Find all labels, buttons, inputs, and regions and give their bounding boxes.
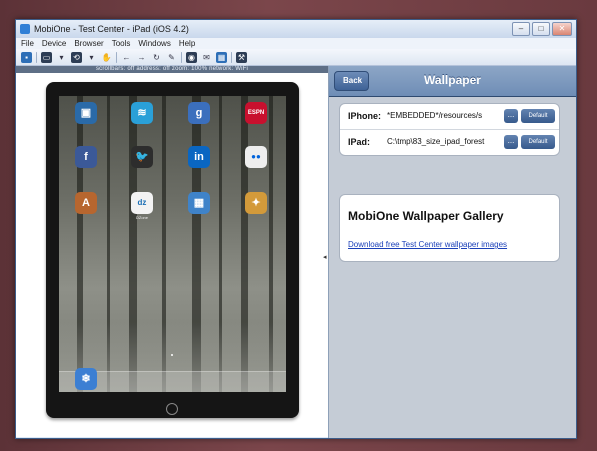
grid-icon[interactable]: ▦ (216, 51, 227, 63)
dock-app-icon-graphic: ❄ (75, 368, 97, 390)
app-icon-9[interactable]: A (73, 192, 99, 215)
ipad-wallpaper-row: IPad: C:\tmp\83_size_ipad_forest ... Def… (340, 130, 559, 155)
ipad-default-button[interactable]: Default (521, 135, 555, 149)
toolbar-separator (181, 51, 182, 63)
app-icon-graphic: ▦ (188, 192, 210, 214)
dropdown-icon[interactable]: ▾ (56, 52, 67, 63)
ipad-browse-button[interactable]: ... (504, 135, 518, 149)
settings-wrench-icon[interactable]: ⚒ (236, 51, 247, 63)
iphone-wallpaper-path[interactable]: *EMBEDDED*/resources/s (387, 111, 499, 120)
collapse-arrow-icon[interactable]: ◂ (323, 253, 327, 261)
app-icon-2[interactable]: ≋ (129, 102, 155, 125)
close-button[interactable]: ✕ (552, 22, 572, 36)
wallpaper-gallery-box: MobiOne Wallpaper Gallery Download free … (339, 194, 560, 262)
device-icon[interactable]: ▭ (41, 51, 52, 63)
app-icon-graphic: in (188, 146, 210, 168)
app-icon-graphic: f (75, 146, 97, 168)
menu-tools[interactable]: Tools (112, 38, 131, 49)
toolbar-separator (231, 51, 232, 63)
app-icon-graphic: dz (131, 192, 153, 214)
wallpaper-settings-group: IPhone: *EMBEDDED*/resources/s ... Defau… (339, 103, 560, 156)
menu-help[interactable]: Help (179, 38, 195, 49)
app-icon-graphic: ●● (245, 146, 267, 168)
iphone-browse-button[interactable]: ... (504, 109, 518, 123)
app-icon-8[interactable]: ●● (243, 146, 269, 169)
toolbar: ▪ ▭ ▾ ⟲ ▾ ✋ ← → ↻ ✎ ◉ ✉ ▦ ⚒ (16, 49, 576, 66)
ipad-screen: ▣ ≋ g ESPN f 🐦 in ●● A dz DZone ▦ ✦ ❄ (59, 96, 286, 392)
app-icon-graphic: g (188, 102, 210, 124)
app-icon-5[interactable]: f (73, 146, 99, 169)
camera-icon[interactable]: ◉ (186, 51, 197, 63)
maximize-button[interactable]: □ (532, 22, 550, 36)
dock-app-icon-1[interactable]: ❄ (73, 368, 99, 391)
gallery-download-link[interactable]: Download free Test Center wallpaper imag… (348, 240, 507, 249)
toolbar-separator (116, 51, 117, 63)
app-icon-1[interactable]: ▣ (73, 102, 99, 125)
refresh-icon[interactable]: ↻ (151, 52, 162, 63)
iphone-wallpaper-row: IPhone: *EMBEDDED*/resources/s ... Defau… (340, 104, 559, 130)
app-icon-11[interactable]: ▦ (186, 192, 212, 215)
device-preview-pane: ▣ ≋ g ESPN f 🐦 in ●● A dz DZone ▦ ✦ ❄ (16, 73, 328, 437)
app-icon-12[interactable]: ✦ (243, 192, 269, 215)
menu-browser[interactable]: Browser (74, 38, 103, 49)
wallpaper-settings-pane: Back Wallpaper IPhone: *EMBEDDED*/resour… (329, 66, 576, 438)
app-icon-graphic: ▣ (75, 102, 97, 124)
title-bar: MobiOne - Test Center - iPad (iOS 4.2) –… (16, 20, 576, 38)
forward-arrow-icon[interactable]: → (136, 52, 147, 63)
app-icon-3[interactable]: g (186, 102, 212, 125)
iphone-default-button[interactable]: Default (521, 109, 555, 123)
gallery-title: MobiOne Wallpaper Gallery (348, 209, 504, 223)
home-button[interactable] (166, 403, 178, 415)
ipad-frame: ▣ ≋ g ESPN f 🐦 in ●● A dz DZone ▦ ✦ ❄ (46, 82, 299, 418)
page-indicator (171, 354, 173, 356)
toolbar-separator (36, 51, 37, 63)
app-window: MobiOne - Test Center - iPad (iOS 4.2) –… (15, 19, 577, 439)
window-title: MobiOne - Test Center - iPad (iOS 4.2) (34, 24, 189, 34)
menu-device[interactable]: Device (42, 38, 66, 49)
mail-icon[interactable]: ✉ (201, 52, 212, 63)
ipad-label: IPad: (348, 137, 371, 147)
app-icon-graphic: ✦ (245, 192, 267, 214)
mobione-app-icon (20, 24, 30, 34)
app-icon-graphic: A (75, 192, 97, 214)
menu-windows[interactable]: Windows (138, 38, 170, 49)
minimize-button[interactable]: – (512, 22, 530, 36)
hand-icon[interactable]: ✋ (101, 52, 112, 63)
app-icon-graphic: ≋ (131, 102, 153, 124)
app-icon-graphic: ESPN (245, 102, 267, 124)
app-icon-graphic: 🐦 (131, 146, 153, 168)
back-arrow-icon[interactable]: ← (121, 52, 132, 63)
app-icon-6[interactable]: 🐦 (129, 146, 155, 169)
rotate-icon[interactable]: ⟲ (71, 51, 82, 63)
iphone-label: IPhone: (348, 111, 381, 121)
edit-icon[interactable]: ✎ (166, 52, 177, 63)
dropdown-icon[interactable]: ▾ (86, 52, 97, 63)
page-title: Wallpaper (424, 73, 481, 87)
nav-bar: Back Wallpaper (329, 66, 576, 97)
open-folder-icon[interactable]: ▪ (21, 51, 32, 63)
app-icon-10[interactable]: dz DZone (129, 192, 155, 220)
menu-bar: File Device Browser Tools Windows Help (16, 38, 576, 49)
device-status-line: scrollbars: off address: off zoom: 100% … (16, 66, 328, 73)
app-icon-7[interactable]: in (186, 146, 212, 169)
menu-file[interactable]: File (21, 38, 34, 49)
app-icon-4[interactable]: ESPN (243, 102, 269, 125)
ipad-wallpaper-path[interactable]: C:\tmp\83_size_ipad_forest (387, 137, 499, 146)
